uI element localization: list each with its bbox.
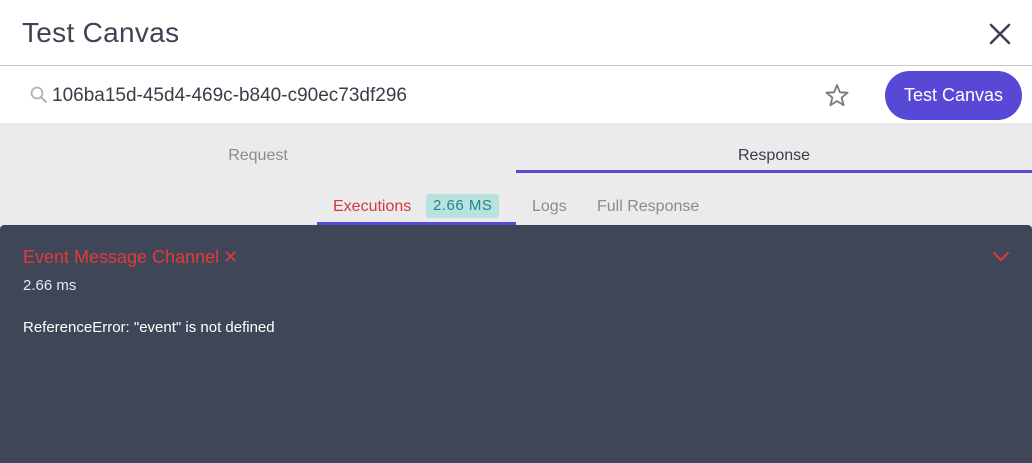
- execution-duration: 2.66 ms: [23, 277, 77, 294]
- close-icon[interactable]: [988, 22, 1012, 46]
- canvas-id-input[interactable]: [52, 85, 752, 107]
- subtab-executions[interactable]: Executions 2.66 MS: [317, 193, 516, 225]
- execution-panel: Event Message Channel ✕ 2.66 ms Reference…: [0, 225, 1032, 463]
- error-x-icon: ✕: [223, 247, 239, 267]
- canvas-search-bar: Test Canvas: [0, 67, 1032, 123]
- response-tabs-area: Request Response Executions 2.66 MS Logs…: [0, 123, 1032, 225]
- chevron-down-icon[interactable]: [992, 251, 1010, 263]
- subtab-executions-label: Executions: [333, 198, 412, 215]
- subtab-logs[interactable]: Logs: [532, 198, 567, 216]
- subtab-full-response[interactable]: Full Response: [597, 198, 699, 216]
- dialog-header: Test Canvas: [0, 0, 1032, 66]
- execution-header[interactable]: Event Message Channel ✕: [23, 247, 238, 268]
- response-subtabs: Executions 2.66 MS Logs Full Response: [0, 193, 1032, 225]
- execution-name: Event Message Channel: [23, 247, 220, 267]
- tab-response[interactable]: Response: [516, 123, 1032, 173]
- executions-duration-badge: 2.66 MS: [426, 194, 500, 218]
- tab-request[interactable]: Request: [0, 123, 516, 173]
- test-canvas-button[interactable]: Test Canvas: [885, 71, 1022, 120]
- star-icon[interactable]: [823, 82, 851, 110]
- dialog-title: Test Canvas: [22, 17, 180, 48]
- search-icon: [30, 86, 47, 103]
- execution-error-message: ReferenceError: "event" is not defined: [23, 319, 275, 336]
